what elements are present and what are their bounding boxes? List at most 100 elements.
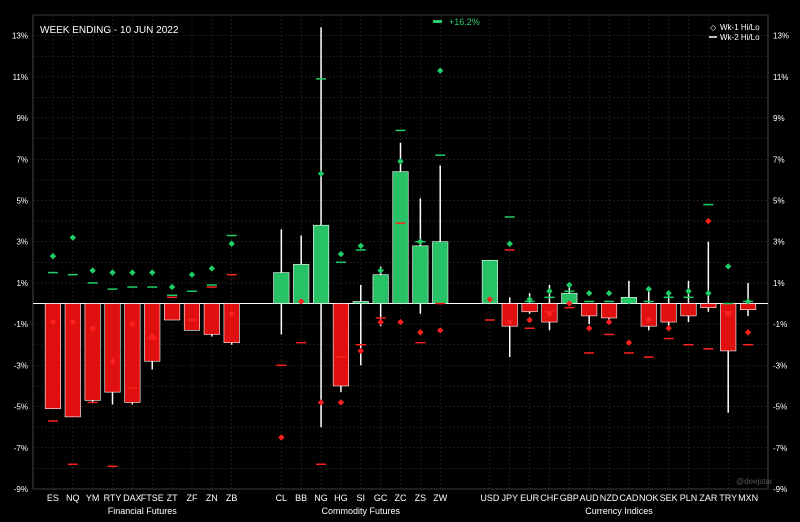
x-tick-label-ZF: ZF — [186, 493, 197, 503]
wk1-high-ZS — [417, 238, 424, 245]
chart-title: WEEK ENDING - 10 JUN 2022 — [40, 25, 179, 36]
y-tick-label-left: 13% — [12, 32, 28, 41]
wk1-high-GBP — [566, 281, 573, 289]
x-tick-label-NZD: NZD — [600, 493, 619, 503]
wk1-high-NQ — [69, 234, 76, 241]
y-tick-label-right: 13% — [773, 32, 789, 41]
wk1-high-NOK — [645, 285, 652, 293]
y-tick-label-right: -3% — [773, 361, 787, 370]
x-tick-label-ZAR: ZAR — [699, 493, 718, 503]
bar-SI — [352, 301, 369, 304]
bar-NZD — [600, 303, 618, 319]
wk1-high-YM — [89, 267, 96, 274]
watermark: @deejstar — [736, 477, 773, 486]
bar-YM — [84, 303, 101, 401]
wk1-high-ES — [49, 252, 57, 260]
x-tick-label-ZB: ZB — [226, 493, 238, 503]
y-tick-label-left: 5% — [16, 196, 28, 205]
x-axis-labels: ES NQ YM RTY DAX FTSE ZT ZF ZN ZB CL BB NG HG SI GC ZC ZS… — [47, 493, 758, 503]
wk1-low-ZS — [417, 329, 424, 336]
bar-BB — [293, 264, 310, 304]
wk1-high-GC — [377, 267, 384, 274]
y-tick-label-left: 3% — [16, 238, 28, 247]
bar-GC — [372, 274, 389, 304]
wk1-high-CHF — [546, 287, 553, 295]
legend-wk2-label: Wk-2 Hi/Lo — [720, 33, 760, 42]
group-label: Financial Futures — [108, 506, 178, 516]
y-tick-label-right: 7% — [773, 155, 785, 164]
x-tick-label-JPY: JPY — [501, 493, 518, 503]
y-tick-label-right: -1% — [773, 320, 787, 329]
chart-svg: WEEK ENDING - 10 JUN 2022 +16.2% ◇ Wk-1 … — [12, 14, 789, 516]
bar-ZN — [203, 303, 220, 335]
x-tick-label-CAD: CAD — [619, 493, 639, 503]
group-labels: Financial Futures Commodity Futures Curren… — [108, 506, 653, 516]
x-tick-label-RTY: RTY — [104, 493, 122, 503]
wk1-low-MXN — [744, 329, 752, 336]
wk1-high-RTY — [109, 269, 116, 276]
x-tick-label-HG: HG — [334, 493, 348, 503]
y-tick-label-right: -7% — [773, 444, 787, 453]
bar-SEK — [660, 303, 677, 323]
x-tick-label-BB: BB — [295, 493, 307, 503]
wk1-high-JPY — [506, 240, 513, 247]
x-tick-label-SI: SI — [357, 493, 366, 503]
y-tick-label-right: 9% — [773, 114, 785, 123]
x-tick-label-ZN: ZN — [206, 493, 218, 503]
x-tick-label-TRY: TRY — [719, 493, 737, 503]
y-tick-label-right: 5% — [773, 196, 785, 205]
x-tick-label-ZS: ZS — [415, 493, 427, 503]
legend: ◇ Wk-1 Hi/Lo Wk-2 Hi/Lo — [709, 23, 760, 42]
x-tick-label-PLN: PLN — [680, 493, 698, 503]
group-label: Currency Indices — [585, 506, 653, 516]
wk1-low-SI — [357, 347, 364, 355]
x-tick-label-CHF: CHF — [540, 493, 559, 503]
wk1-high-SI — [357, 242, 364, 250]
bar-HG — [332, 303, 349, 387]
wk1-high-ZN — [208, 265, 216, 272]
y-tick-label-left: -5% — [14, 403, 28, 412]
bar-ZF — [183, 303, 201, 331]
wk1-high-ZW — [437, 67, 444, 74]
bar-NG — [313, 224, 330, 304]
y-tick-label-left: 11% — [13, 73, 28, 82]
bar-ZC — [392, 171, 409, 304]
y-tick-label-right: -9% — [773, 485, 787, 494]
x-tick-label-GC: GC — [374, 493, 388, 503]
y-tick-label-right: 11% — [773, 73, 788, 82]
wk1-low-NG — [317, 399, 325, 406]
wk1-low-EUR — [526, 316, 533, 324]
wk1-low-HG — [337, 399, 345, 406]
bar-ZB — [223, 303, 240, 343]
x-tick-label-ZT: ZT — [167, 493, 178, 503]
wk1-low-ZAR — [705, 217, 712, 225]
x-tick-label-CL: CL — [276, 493, 288, 503]
y-tick-label-left: 7% — [16, 155, 28, 164]
annotation-marker — [433, 20, 442, 23]
x-tick-label-USD: USD — [480, 493, 500, 503]
y-tick-label-left: 9% — [16, 114, 28, 123]
x-tick-label-NQ: NQ — [66, 493, 80, 503]
bar-ZW — [432, 241, 449, 304]
y-tick-label-left: -1% — [14, 320, 28, 329]
wk1-low-ZW — [437, 327, 444, 334]
bar-CL — [273, 272, 290, 304]
bar-ZS — [412, 245, 429, 304]
x-tick-label-AUD: AUD — [580, 493, 600, 503]
wk1-high-NZD — [605, 290, 613, 297]
annotation-label: +16.2% — [449, 17, 480, 27]
y-axis-left: 13% 11% 9% 7% 5% 3% 1% -1% -3% -5% -7% -9% — [12, 32, 28, 494]
x-tick-label-NG: NG — [314, 493, 328, 503]
x-tick-label-MXN: MXN — [738, 493, 758, 503]
wk1-high-SEK — [665, 290, 672, 297]
wk1-low-AUD — [585, 325, 593, 332]
legend-wk1-label: Wk-1 Hi/Lo — [720, 23, 760, 32]
y-tick-label-left: -3% — [14, 361, 28, 370]
bar-RTY — [104, 303, 121, 393]
x-tick-label-EUR: EUR — [520, 493, 540, 503]
x-tick-label-DAX: DAX — [123, 493, 142, 503]
annotation: +16.2% — [433, 17, 480, 27]
wk1-high-DAX — [129, 269, 136, 276]
x-tick-label-ZW: ZW — [433, 493, 447, 503]
wk1-high-FTSE — [149, 269, 156, 276]
